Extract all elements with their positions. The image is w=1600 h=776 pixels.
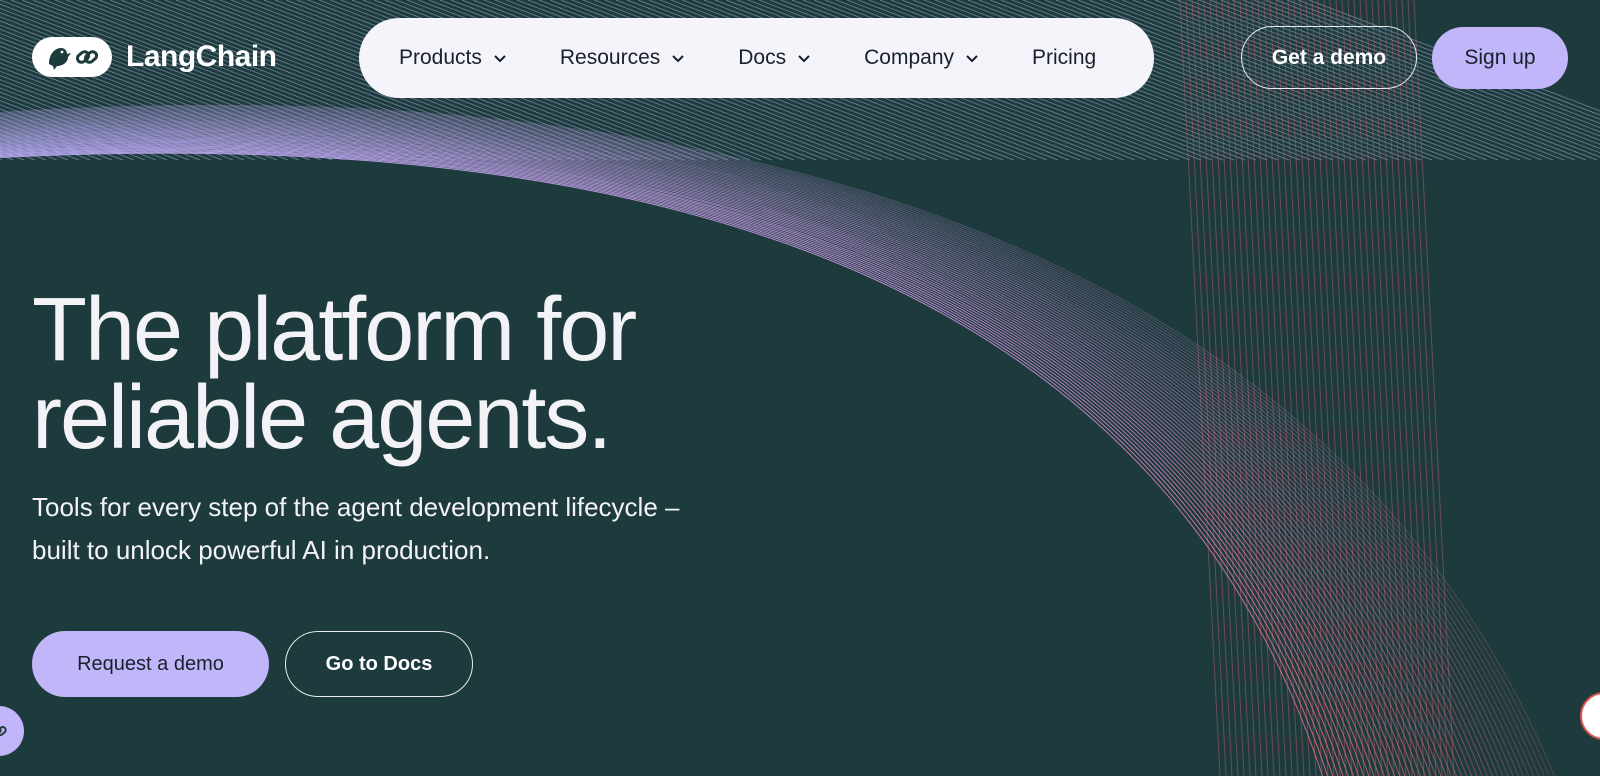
go-to-docs-button[interactable]: Go to Docs: [285, 631, 473, 697]
nav-item-products[interactable]: Products: [399, 46, 508, 70]
nav-item-label: Resources: [559, 46, 661, 69]
sign-up-button[interactable]: Sign up: [1432, 27, 1568, 89]
chevron-down-icon: [966, 55, 978, 63]
nav-item-label: Docs: [738, 46, 787, 69]
link-icon: [0, 726, 7, 736]
hero-headline: The platform for reliable agents.: [32, 280, 637, 468]
chevron-down-icon: [798, 55, 810, 63]
request-demo-button[interactable]: Request a demo: [32, 631, 269, 697]
nav-item-label: Company: [864, 46, 955, 69]
brand-name: LangChain: [126, 40, 277, 73]
nav-item-docs[interactable]: Docs: [738, 46, 812, 70]
brand-logo[interactable]: LangChain: [32, 37, 277, 77]
landing-page: LangChain Products Resources Docs Compan…: [0, 0, 1600, 776]
nav-item-label: Pricing: [1032, 46, 1097, 69]
chevron-down-icon: [494, 55, 506, 63]
hero-subtitle: Tools for every step of the agent develo…: [32, 492, 680, 565]
nav-item-pricing[interactable]: Pricing: [1032, 46, 1096, 70]
parrot-chain-icon: [32, 37, 112, 77]
nav-item-company[interactable]: Company: [864, 46, 980, 70]
floating-badge-button[interactable]: [1580, 692, 1600, 740]
main-nav: Products Resources Docs Company Pricing: [359, 18, 1154, 98]
nav-item-resources[interactable]: Resources: [560, 46, 686, 70]
chevron-down-icon: [672, 55, 684, 63]
get-demo-button[interactable]: Get a demo: [1241, 26, 1417, 89]
nav-item-label: Products: [399, 46, 482, 69]
chat-widget-button[interactable]: [0, 706, 24, 756]
